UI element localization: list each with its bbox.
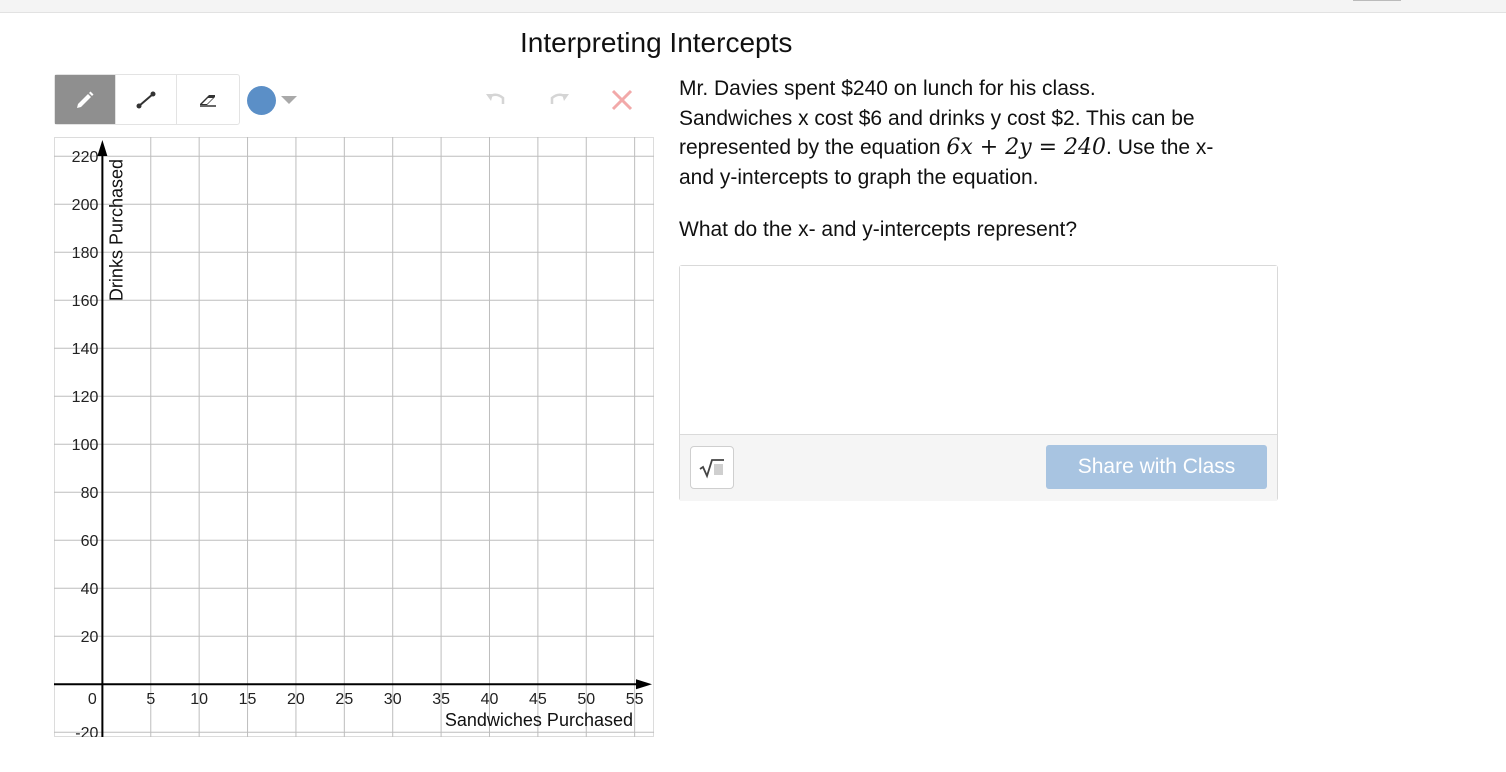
redo-icon[interactable] bbox=[545, 86, 573, 114]
y-tick-label: -20 bbox=[75, 725, 98, 737]
x-tick-label: 35 bbox=[432, 691, 450, 708]
pencil-icon bbox=[77, 91, 94, 108]
x-tick-label: 15 bbox=[239, 691, 257, 708]
tab-edge bbox=[1353, 0, 1401, 1]
y-tick-label: 80 bbox=[81, 485, 99, 502]
x-tick-label: 30 bbox=[384, 691, 402, 708]
problem-line-1: Mr. Davies spent $240 on lunch for his c… bbox=[679, 77, 1096, 100]
problem-line-3-start: represented by the equation bbox=[679, 136, 941, 159]
math-input-button[interactable] bbox=[690, 446, 734, 489]
y-tick-label: 140 bbox=[72, 341, 99, 358]
close-icon[interactable] bbox=[608, 86, 636, 114]
x-tick-label: 45 bbox=[529, 691, 547, 708]
y-tick-label: 160 bbox=[72, 293, 99, 310]
page-title: Interpreting Intercepts bbox=[520, 27, 793, 58]
line-segment-icon bbox=[136, 91, 156, 108]
eraser-icon bbox=[199, 94, 216, 107]
line-tool-button[interactable] bbox=[116, 75, 177, 124]
answer-panel: Share with Class bbox=[679, 265, 1278, 501]
x-tick-label: 25 bbox=[335, 691, 353, 708]
answer-input[interactable] bbox=[680, 266, 1277, 434]
y-tick-label: 60 bbox=[81, 533, 99, 550]
question-text: What do the x- and y-intercepts represen… bbox=[679, 218, 1078, 241]
problem-text: Mr. Davies spent $240 on lunch for his c… bbox=[679, 74, 1289, 192]
graph-border bbox=[54, 137, 654, 737]
equation: 6x + 2y = 240 bbox=[946, 135, 1107, 160]
x-tick-label: 5 bbox=[146, 691, 155, 708]
undo-icon[interactable] bbox=[482, 86, 510, 114]
square-root-icon bbox=[699, 458, 724, 479]
x-tick-label: 50 bbox=[577, 691, 595, 708]
y-tick-label: 200 bbox=[72, 197, 99, 214]
x-tick-label: 40 bbox=[481, 691, 499, 708]
x-axis-label: Sandwiches Purchased bbox=[445, 710, 633, 730]
x-tick-label: 55 bbox=[626, 691, 644, 708]
chevron-down-icon[interactable] bbox=[281, 96, 297, 104]
x-tick-label: 10 bbox=[190, 691, 208, 708]
y-tick-label: 180 bbox=[72, 245, 99, 262]
problem-line-3-end: . Use the x- bbox=[1106, 136, 1214, 159]
color-swatch[interactable] bbox=[247, 86, 276, 115]
x-tick-label: 20 bbox=[287, 691, 305, 708]
coordinate-grid[interactable]: 0 5 10 15 20 25 30 35 40 45 50 55 -20 20 40 60 80 100 120 1… bbox=[54, 137, 654, 737]
pencil-tool-button[interactable] bbox=[55, 75, 116, 124]
problem-line-2: Sandwiches x cost $6 and drinks y cost $… bbox=[679, 106, 1195, 130]
y-tick-label: 20 bbox=[81, 629, 99, 646]
x-tick-label: 0 bbox=[88, 691, 97, 708]
y-axis-label: Drinks Purchased bbox=[106, 159, 126, 301]
y-tick-label: 100 bbox=[72, 437, 99, 454]
graph-canvas[interactable]: 0 5 10 15 20 25 30 35 40 45 50 55 -20 20 40 60 80 100 120 1… bbox=[54, 137, 654, 737]
problem-line-3: represented by the equation 6x + 2y = 24… bbox=[679, 133, 1289, 163]
share-with-class-button[interactable]: Share with Class bbox=[1046, 445, 1267, 489]
y-tick-label: 220 bbox=[72, 149, 99, 166]
drawing-toolbar bbox=[54, 74, 240, 125]
answer-footer: Share with Class bbox=[680, 434, 1277, 501]
eraser-tool-button[interactable] bbox=[177, 75, 238, 124]
top-bar bbox=[0, 0, 1506, 13]
y-tick-label: 40 bbox=[81, 581, 99, 598]
y-tick-label: 120 bbox=[72, 389, 99, 406]
problem-line-4: and y-intercepts to graph the equation. bbox=[679, 165, 1039, 189]
